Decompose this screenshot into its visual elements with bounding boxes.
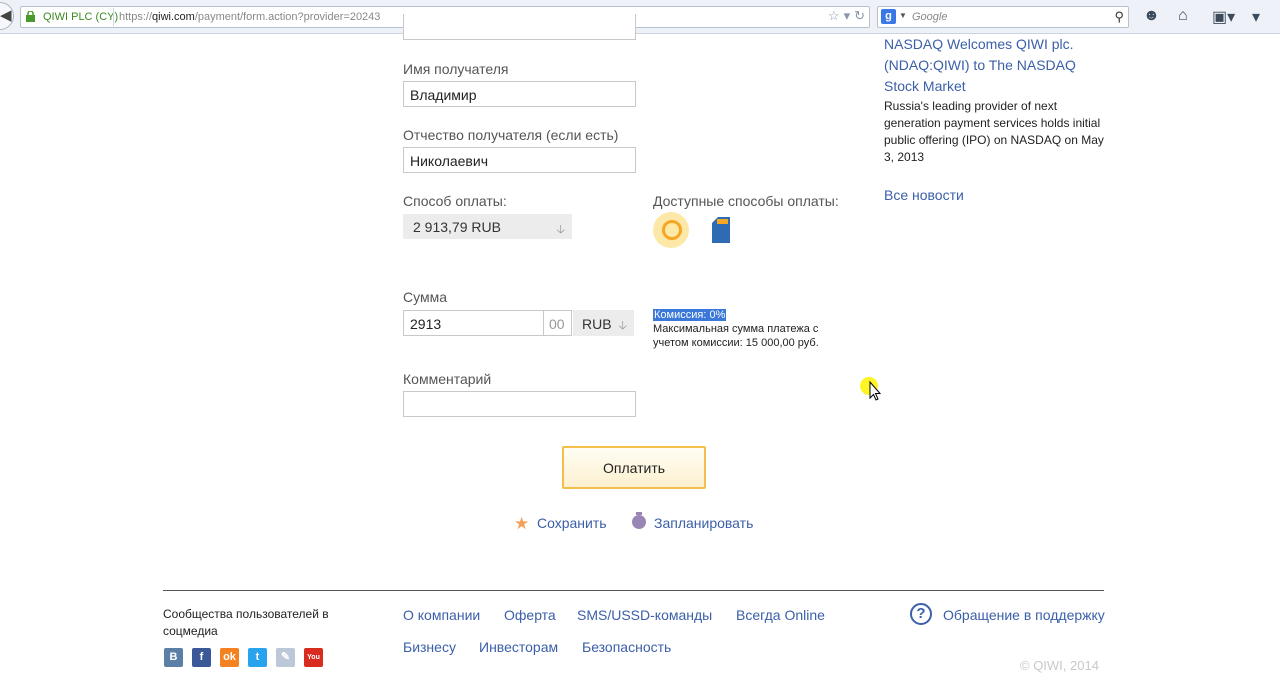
schedule-link[interactable]: Запланировать xyxy=(654,515,753,531)
commission-text: Комиссия: 0% xyxy=(653,309,727,321)
all-news-link[interactable]: Все новости xyxy=(884,187,964,203)
url-path: /payment/form.action?provider=20243 xyxy=(194,11,381,23)
commission-note: Максимальная сумма платежа с учетом коми… xyxy=(653,323,819,349)
available-methods-label: Доступные способы оплаты: xyxy=(653,193,839,209)
payment-method-value: 2 913,79 RUB xyxy=(413,219,501,235)
pay-button[interactable]: Оплатить xyxy=(562,446,706,489)
url-domain: qiwi.com xyxy=(152,11,195,23)
qiwi-wallet-icon[interactable] xyxy=(653,212,689,248)
chevron-down-icon[interactable]: ▼ xyxy=(899,11,907,20)
amount-cents-input[interactable]: 00 xyxy=(543,310,572,336)
dropdown-arrow-icon[interactable]: ▾ xyxy=(844,8,851,23)
recipient-patronymic-label: Отчество получателя (если есть) xyxy=(403,127,619,143)
comment-input[interactable] xyxy=(403,391,636,417)
payment-method-label: Способ оплаты: xyxy=(403,193,507,209)
currency-select[interactable]: RUB 🡣 xyxy=(573,310,634,336)
bookmarks-menu-icon[interactable]: ▣▾ xyxy=(1212,7,1235,27)
recipient-name-label: Имя получателя xyxy=(403,61,509,77)
footer-divider xyxy=(163,590,1104,591)
livejournal-icon[interactable]: ✎ xyxy=(276,648,295,667)
recipient-patronymic-input[interactable]: Николаевич xyxy=(403,147,636,173)
payment-method-select[interactable]: 2 913,79 RUB 🡣 xyxy=(403,214,572,239)
twitter-icon[interactable]: t xyxy=(248,648,267,667)
footer-link-about[interactable]: О компании xyxy=(403,607,480,623)
news-title-link[interactable]: NASDAQ Welcomes QIWI plc. (NDAQ:QIWI) to… xyxy=(884,34,1099,97)
sim-card-icon[interactable] xyxy=(712,217,730,243)
back-button[interactable]: ◀ xyxy=(0,2,14,30)
help-icon[interactable]: ? xyxy=(910,603,932,625)
bookmark-star-icon[interactable]: ☆ xyxy=(828,8,840,23)
youtube-icon[interactable]: You xyxy=(304,648,323,667)
footer-link-security[interactable]: Безопасность xyxy=(582,639,671,655)
url-divider xyxy=(113,8,114,26)
search-bar[interactable]: g ▼ Google ⚲ xyxy=(877,6,1129,28)
amount-input[interactable]: 2913 xyxy=(403,310,544,336)
currency-value: RUB xyxy=(582,316,612,332)
odnoklassniki-icon[interactable]: ok xyxy=(220,648,239,667)
comment-label: Комментарий xyxy=(403,371,492,387)
home-icon[interactable]: ⌂ xyxy=(1178,7,1188,25)
addon-icon[interactable]: ☻ xyxy=(1143,7,1160,25)
url-text[interactable]: https://qiwi.com/payment/form.action?pro… xyxy=(119,11,380,23)
footer-link-business[interactable]: Бизнесу xyxy=(403,639,456,655)
arrow-down-icon: 🡣 xyxy=(556,222,565,236)
search-input[interactable]: Google xyxy=(912,11,947,23)
arrow-down-icon: 🡣 xyxy=(618,318,627,332)
vk-icon[interactable]: B xyxy=(164,648,183,667)
support-link[interactable]: Обращение в поддержку xyxy=(943,607,1105,623)
recipient-name-input[interactable]: Владимир xyxy=(403,81,636,107)
lock-icon xyxy=(26,11,35,22)
news-text: Russia's leading provider of next genera… xyxy=(884,99,1104,164)
mouse-cursor-icon xyxy=(860,377,882,401)
social-community-label: Сообщества пользователей в соцмедиа xyxy=(163,607,329,638)
footer-link-offer[interactable]: Оферта xyxy=(504,607,556,623)
previous-field-input[interactable] xyxy=(403,14,636,40)
menu-icon[interactable]: ▾ xyxy=(1252,7,1260,27)
footer-link-online[interactable]: Всегда Online xyxy=(736,607,825,623)
url-actions: ☆ ▾ ↻ xyxy=(824,8,865,24)
footer-link-sms[interactable]: SMS/USSD-команды xyxy=(577,607,712,623)
star-icon[interactable]: ★ xyxy=(514,514,529,534)
browser-toolbar: ◀ QIWI PLC (CY) https://qiwi.com/payment… xyxy=(0,0,1280,34)
facebook-icon[interactable]: f xyxy=(192,648,211,667)
reload-icon[interactable]: ↻ xyxy=(854,8,865,23)
search-icon[interactable]: ⚲ xyxy=(1114,9,1124,25)
google-icon[interactable]: g xyxy=(881,9,896,24)
url-prefix: https:// xyxy=(119,11,153,23)
stopwatch-icon[interactable] xyxy=(632,512,646,529)
amount-label: Сумма xyxy=(403,289,447,305)
footer-link-investors[interactable]: Инвесторам xyxy=(479,639,558,655)
arrow-left-icon: ◀ xyxy=(0,7,12,24)
site-identity[interactable]: QIWI PLC (CY) xyxy=(43,11,118,23)
save-link[interactable]: Сохранить xyxy=(537,515,607,531)
copyright: © QIWI, 2014 xyxy=(1020,658,1099,673)
